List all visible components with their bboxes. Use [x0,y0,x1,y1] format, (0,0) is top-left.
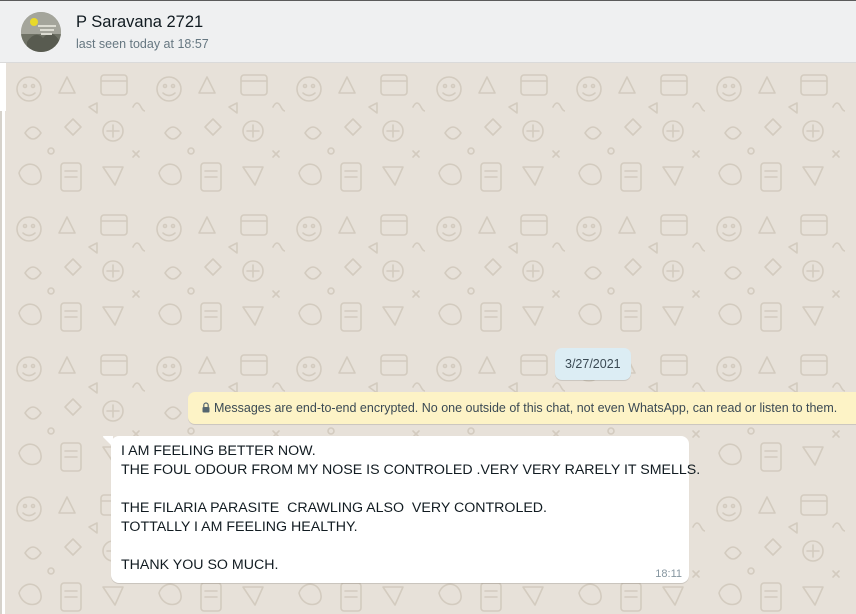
contact-name[interactable]: P Saravana 2721 [76,13,203,32]
chat-area[interactable]: 3/27/2021 Messages are end-to-end encryp… [5,63,856,614]
date-divider: 3/27/2021 [555,348,631,380]
whatsapp-chat-window: P Saravana 2721 last seen today at 18:57 [0,0,856,614]
incoming-message-bubble[interactable]: I AM FEELING BETTER NOW. THE FOUL ODOUR … [103,436,700,583]
panel-edge-notch [5,63,6,111]
left-panel-divider [0,111,2,614]
bubble-tail-icon [103,436,113,447]
chat-header[interactable]: P Saravana 2721 last seen today at 18:57 [0,1,856,63]
contact-avatar[interactable] [21,12,61,52]
message-text-line: THE FILARIA PARASITE CRAWLING ALSO VERY … [121,500,547,516]
message-text-line: THANK YOU SO MUCH. [121,557,279,573]
message-text-line: TOTTALLY I AM FEELING HEALTHY. [121,519,358,535]
last-seen-status: last seen today at 18:57 [76,37,209,51]
contact-photo-icon [21,12,61,52]
lock-icon [202,393,210,413]
message-text-line: I AM FEELING BETTER NOW. [121,443,316,459]
encryption-notice[interactable]: Messages are end-to-end encrypted. No on… [188,392,856,424]
message-text-line: THE FOUL ODOUR FROM MY NOSE IS CONTROLED… [121,462,701,478]
encryption-notice-text: Messages are end-to-end encrypted. No on… [214,401,838,415]
message-timestamp: 18:11 [655,568,682,580]
